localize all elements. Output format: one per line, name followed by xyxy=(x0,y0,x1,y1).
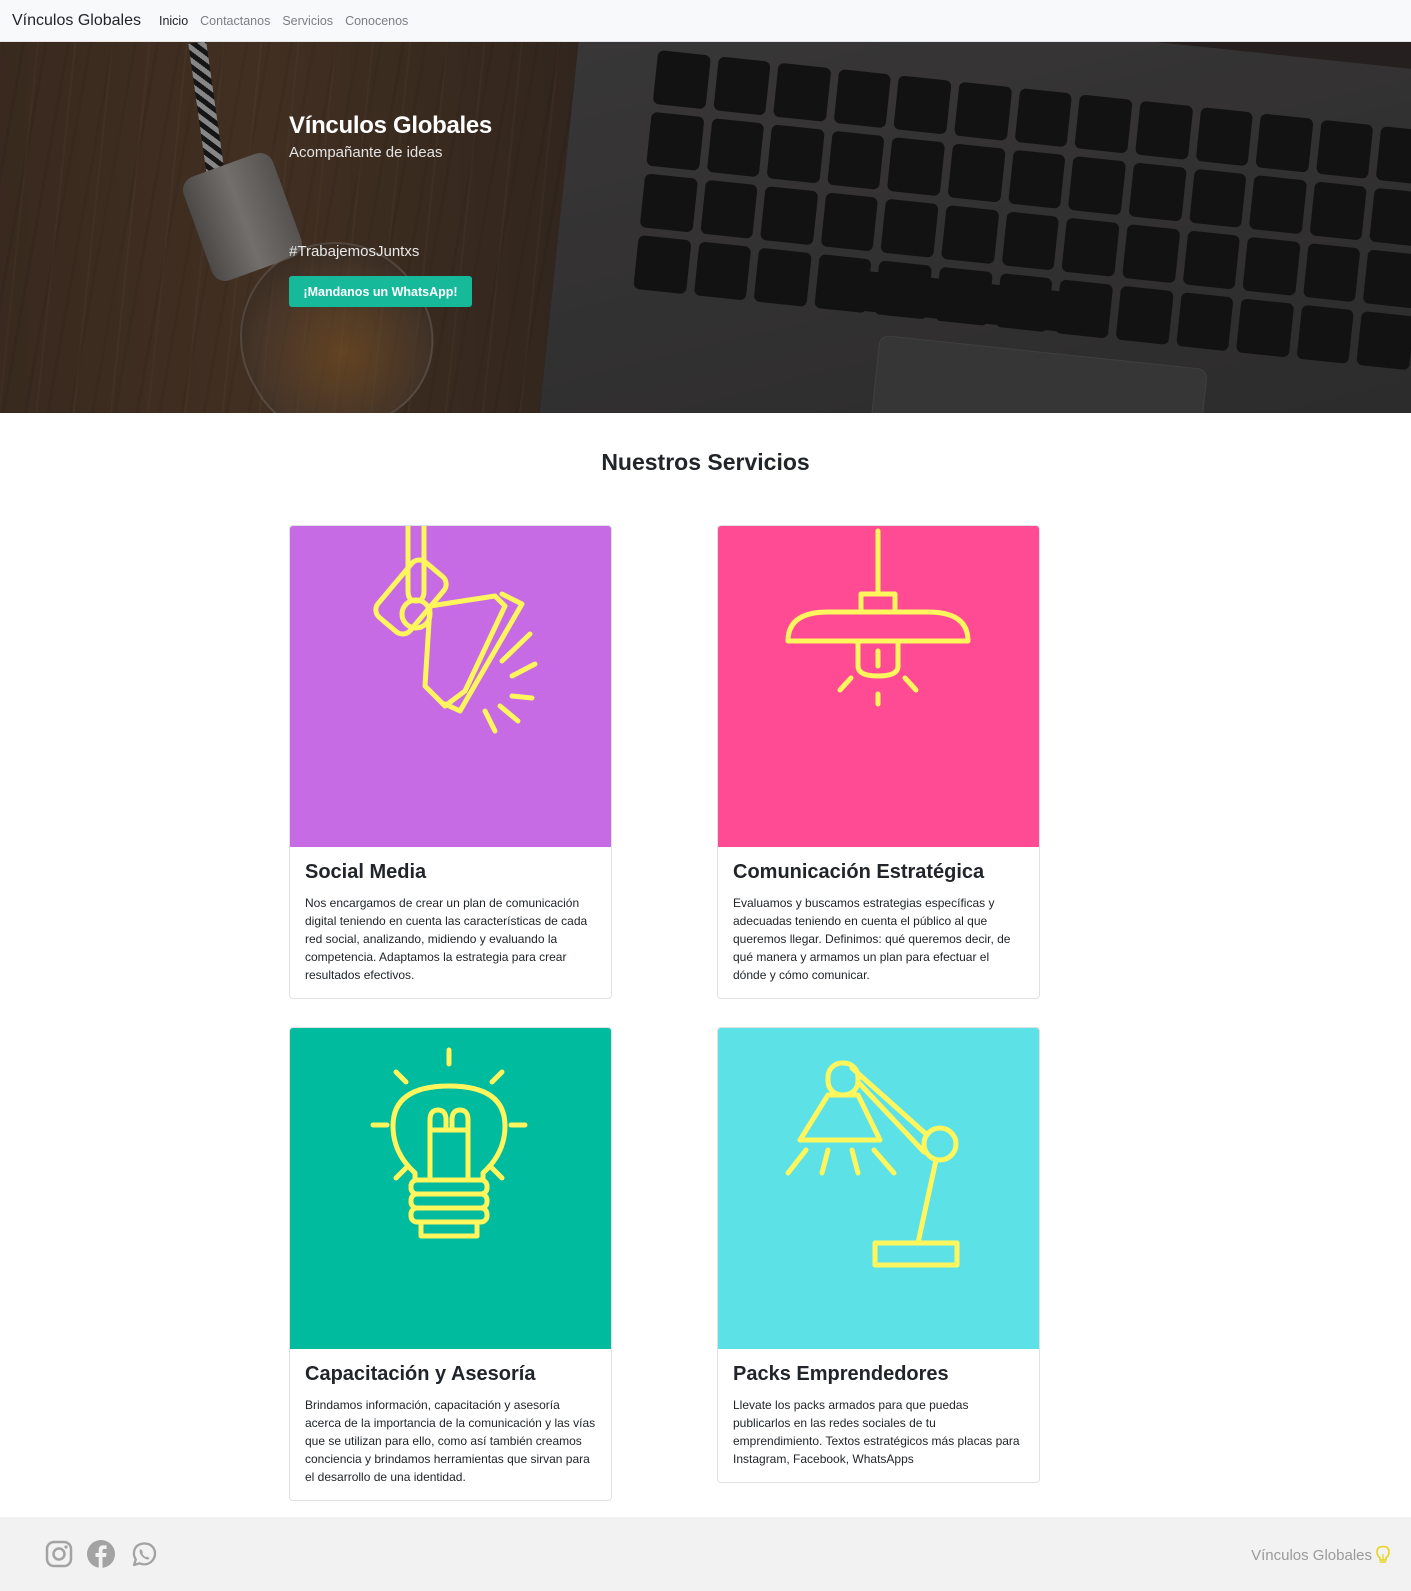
service-card-title: Social Media xyxy=(305,861,427,883)
instagram-icon[interactable] xyxy=(44,1539,74,1569)
hero-banner: Vínculos Globales Acompañante de ideas #… xyxy=(0,42,1411,413)
lightbulb-icon xyxy=(1376,1545,1390,1563)
ceiling-lamp-icon xyxy=(785,528,971,707)
service-card-text: Brindamos información, capacitación y as… xyxy=(305,1398,596,1484)
footer: Vínculos Globales xyxy=(0,1517,1411,1591)
service-card-title: Comunicación Estratégica xyxy=(733,861,985,883)
whatsapp-button[interactable]: ¡Mandanos un WhatsApp! xyxy=(289,276,472,307)
hero-hashtag: #TrabajemosJuntxs xyxy=(289,243,420,260)
services-title: Nuestros Servicios xyxy=(601,449,810,475)
service-card-image xyxy=(718,1028,1039,1349)
footer-brand: Vínculos Globales xyxy=(1251,1545,1390,1565)
spotlight-icon xyxy=(373,526,538,734)
service-card-packs: Packs Emprendedores Llevate los packs ar… xyxy=(717,1027,1040,1483)
service-card-text: Llevate los packs armados para que pueda… xyxy=(733,1398,1020,1466)
service-card-text: Evaluamos y buscamos estrategias específ… xyxy=(733,896,1011,982)
nav-link-servicios[interactable]: Servicios xyxy=(282,14,333,28)
service-card-image xyxy=(290,526,611,847)
service-card-body: Capacitación y Asesoría Brindamos inform… xyxy=(290,1349,611,1500)
nav-link-contactanos[interactable]: Contactanos xyxy=(200,14,270,28)
hero-title: Vínculos Globales xyxy=(289,112,492,139)
service-card-comunicacion: Comunicación Estratégica Evaluamos y bus… xyxy=(717,525,1040,999)
service-card-text: Nos encargamos de crear un plan de comun… xyxy=(305,896,588,982)
service-card-body: Packs Emprendedores Llevate los packs ar… xyxy=(718,1349,1039,1482)
service-card-capacitacion: Capacitación y Asesoría Brindamos inform… xyxy=(289,1027,612,1501)
service-card-image xyxy=(718,526,1039,847)
desk-lamp-icon xyxy=(785,1060,960,1268)
whatsapp-icon[interactable] xyxy=(129,1539,159,1569)
hero-subtitle: Acompañante de ideas xyxy=(289,144,443,161)
lightbulb-icon xyxy=(370,1047,528,1239)
hero-content: Vínculos Globales Acompañante de ideas #… xyxy=(289,112,492,307)
service-card-title: Packs Emprendedores xyxy=(733,1363,949,1385)
service-card-body: Comunicación Estratégica Evaluamos y bus… xyxy=(718,847,1039,998)
navbar: Vínculos Globales Inicio Contactanos Ser… xyxy=(0,0,1411,42)
hero-overlay xyxy=(0,42,1411,413)
service-card-social-media: Social Media Nos encargamos de crear un … xyxy=(289,525,612,999)
navbar-brand[interactable]: Vínculos Globales xyxy=(12,12,141,30)
service-card-image xyxy=(290,1028,611,1349)
footer-brand-text: Vínculos Globales xyxy=(1251,1546,1372,1564)
service-card-body: Social Media Nos encargamos de crear un … xyxy=(290,847,611,998)
service-card-title: Capacitación y Asesoría xyxy=(305,1363,536,1385)
facebook-icon[interactable] xyxy=(86,1539,116,1569)
nav-link-conocenos[interactable]: Conocenos xyxy=(345,14,408,28)
nav-link-inicio[interactable]: Inicio xyxy=(159,14,188,28)
